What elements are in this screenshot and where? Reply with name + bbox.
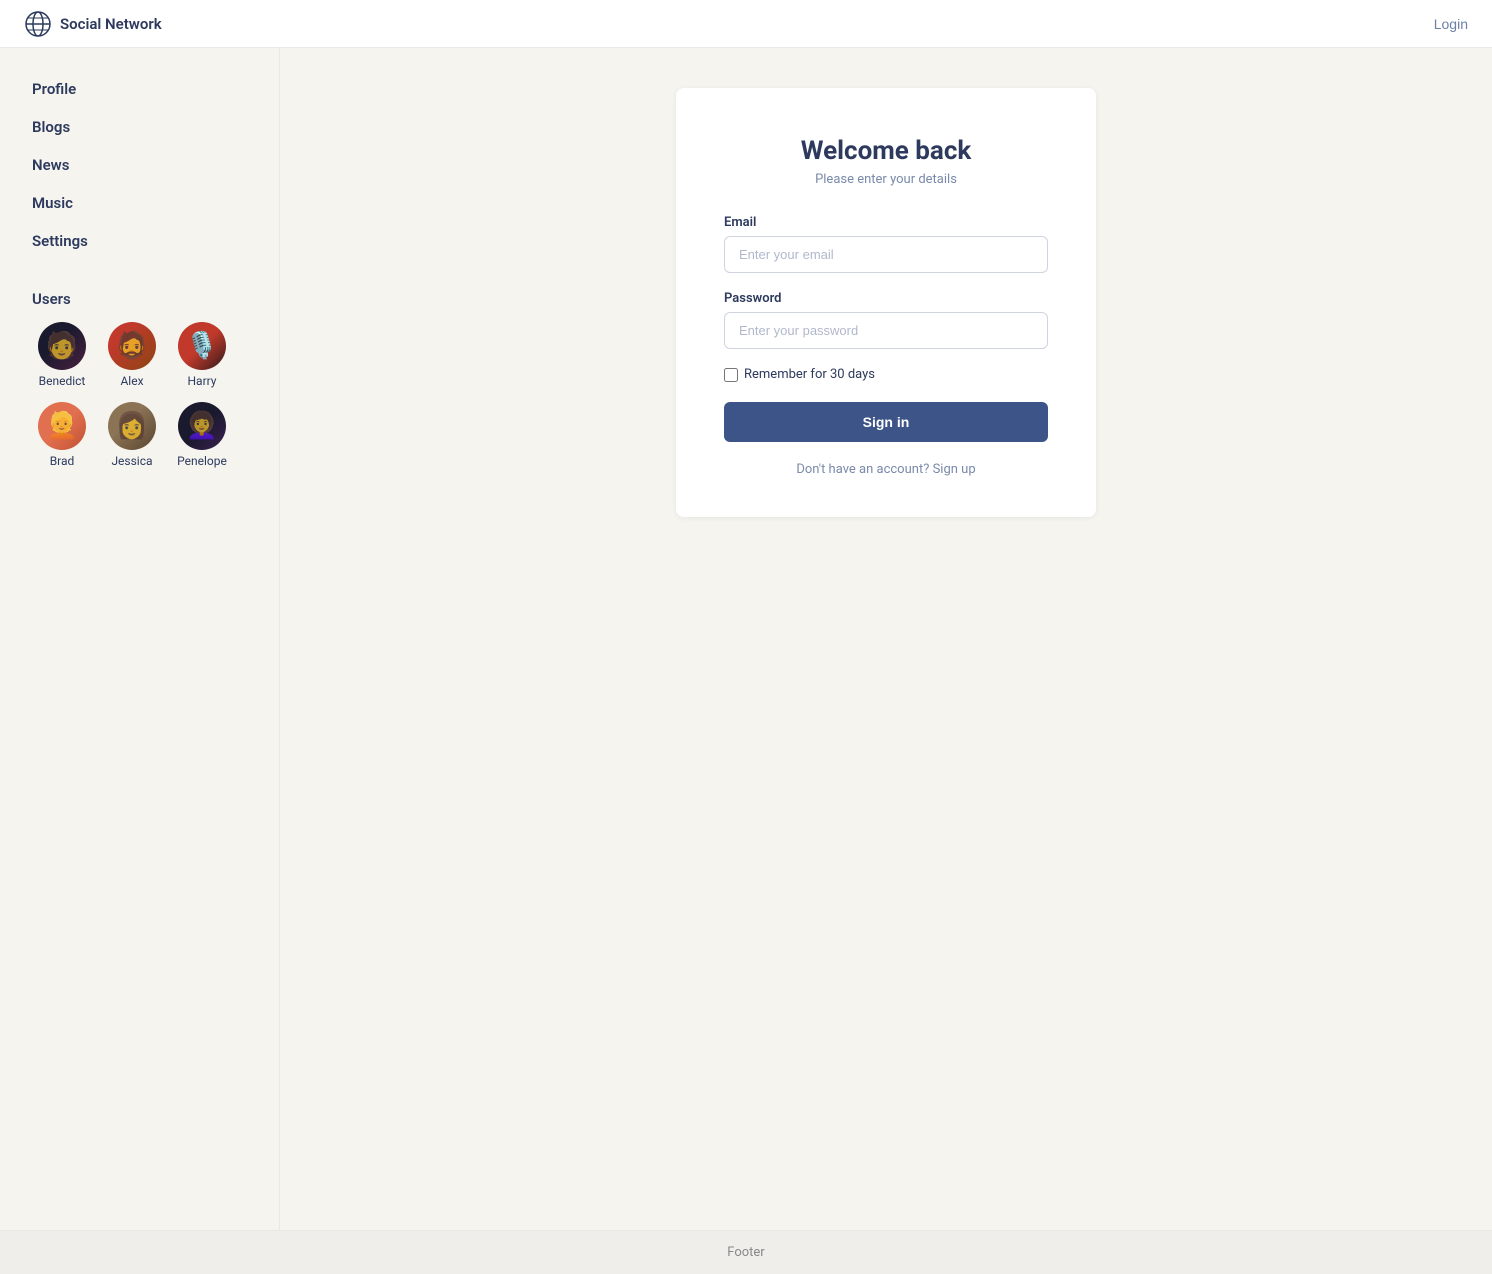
user-item-brad[interactable]: 👱 Brad bbox=[32, 402, 92, 468]
login-title: Welcome back bbox=[724, 136, 1048, 166]
user-item-harry[interactable]: 🎙️ Harry bbox=[172, 322, 232, 388]
user-name-benedict: Benedict bbox=[39, 374, 86, 388]
user-name-jessica: Jessica bbox=[111, 454, 152, 468]
user-item-benedict[interactable]: 🧑 Benedict bbox=[32, 322, 92, 388]
password-label: Password bbox=[724, 291, 1048, 306]
signup-row: Don't have an account? Sign up bbox=[724, 462, 1048, 477]
footer-label: Footer bbox=[727, 1245, 764, 1260]
email-group: Email bbox=[724, 215, 1048, 273]
remember-checkbox[interactable] bbox=[724, 368, 738, 382]
sidebar-nav: Profile Blogs News Music Settings bbox=[32, 72, 247, 258]
login-card: Welcome back Please enter your details E… bbox=[676, 88, 1096, 517]
user-name-brad: Brad bbox=[50, 454, 75, 468]
user-item-jessica[interactable]: 👩 Jessica bbox=[102, 402, 162, 468]
main-content: Welcome back Please enter your details E… bbox=[280, 48, 1492, 1230]
user-item-penelope[interactable]: 👩‍🦱 Penelope bbox=[172, 402, 232, 468]
navbar: Social Network Login bbox=[0, 0, 1492, 48]
avatar-brad: 👱 bbox=[38, 402, 86, 450]
signup-link[interactable]: Sign up bbox=[933, 462, 976, 477]
sidebar-item-news[interactable]: News bbox=[32, 148, 247, 182]
brand-name: Social Network bbox=[60, 15, 162, 33]
avatar-jessica: 👩 bbox=[108, 402, 156, 450]
avatar-penelope: 👩‍🦱 bbox=[178, 402, 226, 450]
sidebar-item-music[interactable]: Music bbox=[32, 186, 247, 220]
avatar-harry: 🎙️ bbox=[178, 322, 226, 370]
sidebar-item-blogs[interactable]: Blogs bbox=[32, 110, 247, 144]
user-item-alex[interactable]: 🧔 Alex bbox=[102, 322, 162, 388]
remember-label[interactable]: Remember for 30 days bbox=[744, 367, 875, 382]
remember-row: Remember for 30 days bbox=[724, 367, 1048, 382]
password-input[interactable] bbox=[724, 312, 1048, 349]
brand: Social Network bbox=[24, 10, 162, 38]
sidebar-item-settings[interactable]: Settings bbox=[32, 224, 247, 258]
email-input[interactable] bbox=[724, 236, 1048, 273]
footer: Footer bbox=[0, 1230, 1492, 1274]
user-name-penelope: Penelope bbox=[177, 454, 227, 468]
password-group: Password bbox=[724, 291, 1048, 349]
sign-in-button[interactable]: Sign in bbox=[724, 402, 1048, 442]
users-grid: 🧑 Benedict 🧔 Alex 🎙️ Harry bbox=[32, 322, 247, 468]
email-label: Email bbox=[724, 215, 1048, 230]
signup-text: Don't have an account? bbox=[796, 462, 929, 477]
sidebar-item-profile[interactable]: Profile bbox=[32, 72, 247, 106]
users-label: Users bbox=[32, 290, 247, 308]
sidebar: Profile Blogs News Music Settings Users … bbox=[0, 48, 280, 1230]
login-button[interactable]: Login bbox=[1434, 16, 1468, 32]
user-name-alex: Alex bbox=[120, 374, 143, 388]
user-name-harry: Harry bbox=[187, 374, 216, 388]
brand-icon bbox=[24, 10, 52, 38]
avatar-alex: 🧔 bbox=[108, 322, 156, 370]
users-section: Users 🧑 Benedict 🧔 Alex bbox=[32, 290, 247, 468]
layout: Profile Blogs News Music Settings Users … bbox=[0, 48, 1492, 1230]
login-subtitle: Please enter your details bbox=[724, 172, 1048, 187]
avatar-benedict: 🧑 bbox=[38, 322, 86, 370]
